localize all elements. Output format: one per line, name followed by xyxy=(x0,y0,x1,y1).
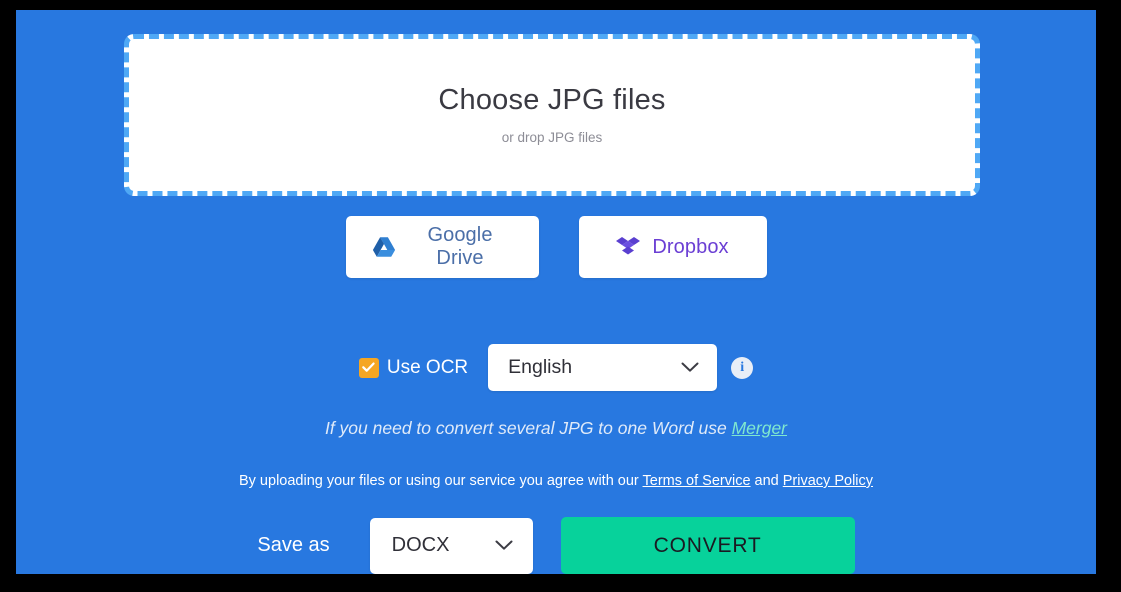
dropzone-title[interactable]: Choose JPG files xyxy=(438,84,665,117)
action-bar: Save as DOCX CONVERT xyxy=(16,517,1096,574)
dropbox-label: Dropbox xyxy=(652,235,729,258)
file-dropzone[interactable]: Choose JPG files or drop JPG files xyxy=(124,34,980,196)
merger-hint: If you need to convert several JPG to on… xyxy=(16,418,1096,439)
dropzone-subtitle: or drop JPG files xyxy=(501,130,603,146)
terms-conjunction: and xyxy=(750,473,783,489)
google-drive-label: Google Drive xyxy=(427,224,493,269)
output-format-value: DOCX xyxy=(391,534,450,556)
terms-notice-text: By uploading your files or using our ser… xyxy=(238,473,643,489)
info-icon-glyph: i xyxy=(740,359,745,375)
google-drive-icon xyxy=(372,236,396,258)
convert-button[interactable]: CONVERT xyxy=(560,517,855,574)
terms-of-service-link[interactable]: Terms of Service xyxy=(643,473,751,489)
google-drive-button[interactable]: Google Drive xyxy=(345,216,539,278)
merger-hint-text: If you need to convert several JPG to on… xyxy=(324,418,732,438)
use-ocr-label[interactable]: Use OCR xyxy=(387,357,468,379)
terms-notice: By uploading your files or using our ser… xyxy=(16,473,1096,489)
info-icon[interactable]: i xyxy=(731,356,754,379)
ocr-options-row: Use OCR English i xyxy=(16,344,1096,391)
ocr-language-select[interactable]: English xyxy=(488,344,718,391)
chevron-down-icon xyxy=(495,540,513,551)
ocr-language-value: English xyxy=(508,356,573,378)
save-as-label: Save as xyxy=(257,534,330,556)
use-ocr-checkbox[interactable] xyxy=(358,357,379,378)
merger-link[interactable]: Merger xyxy=(732,418,787,438)
cloud-source-row: Google Drive Dropbox xyxy=(16,216,1096,278)
output-format-select[interactable]: DOCX xyxy=(369,517,533,574)
dropbox-button[interactable]: Dropbox xyxy=(578,216,767,278)
screen-frame: Choose JPG files or drop JPG files Googl… xyxy=(0,0,1121,592)
converter-page: Choose JPG files or drop JPG files Googl… xyxy=(16,10,1096,574)
chevron-down-icon xyxy=(681,362,699,373)
dropbox-icon xyxy=(616,236,641,258)
privacy-policy-link[interactable]: Privacy Policy xyxy=(783,473,873,489)
